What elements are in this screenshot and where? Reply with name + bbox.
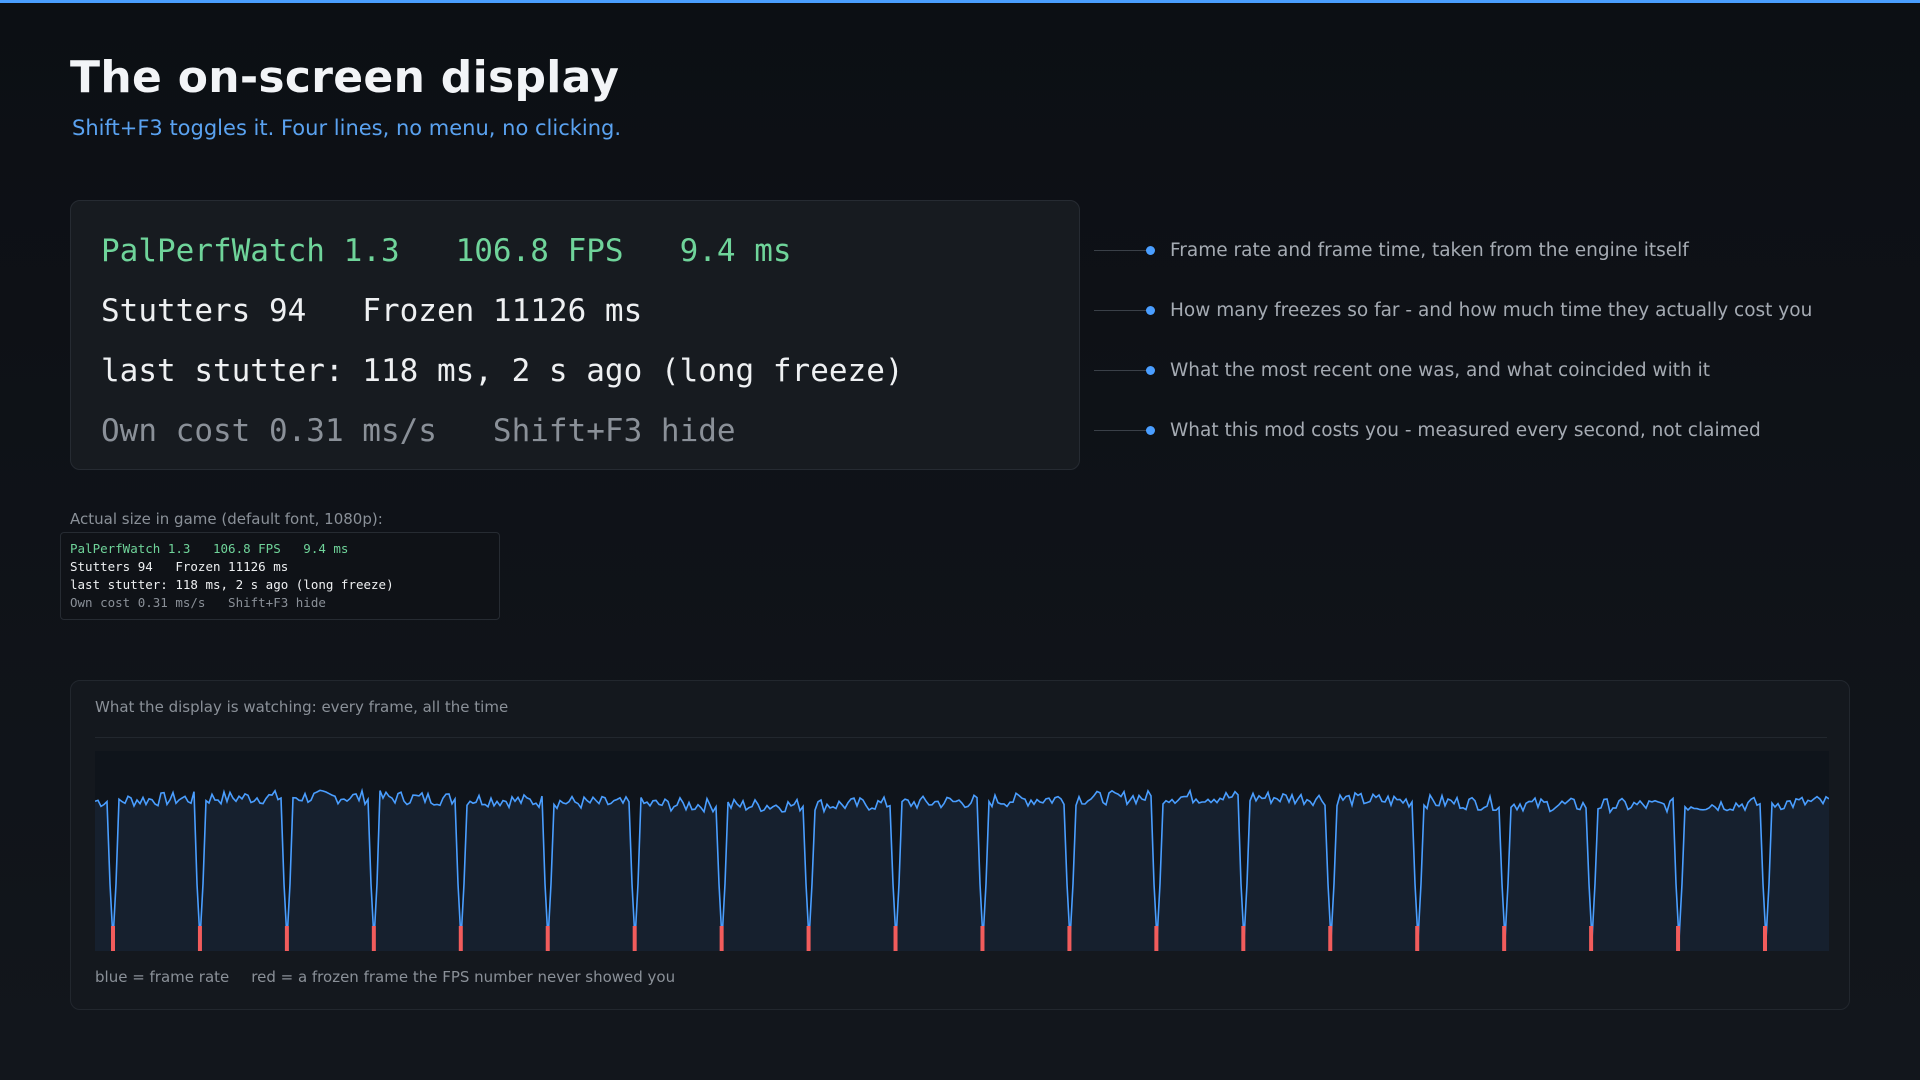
legend-blue: blue = frame rate — [95, 968, 230, 986]
osd-small-line-stutters: Stutters 94 Frozen 11126 ms — [70, 559, 289, 574]
freeze-marker — [197, 926, 202, 951]
callout-connector — [1094, 310, 1149, 311]
frame-rate-chart — [95, 751, 1829, 951]
callout-fps: Frame rate and frame time, taken from th… — [1094, 240, 1854, 261]
callout-dot-icon — [1146, 426, 1155, 435]
callout-text: How many freezes so far - and how much t… — [1170, 300, 1813, 321]
callout-text: What this mod costs you - measured every… — [1170, 420, 1761, 441]
callout-own-cost: What this mod costs you - measured every… — [1094, 420, 1854, 441]
callout-text: What the most recent one was, and what c… — [1170, 360, 1710, 381]
callout-connector — [1094, 250, 1149, 251]
osd-small-line-fps: PalPerfWatch 1.3 106.8 FPS 9.4 ms — [70, 541, 349, 556]
freeze-marker — [1328, 926, 1333, 951]
freeze-marker — [284, 926, 289, 951]
freeze-marker — [111, 926, 115, 951]
callout-dot-icon — [1146, 306, 1155, 315]
freeze-marker — [1415, 926, 1420, 951]
freeze-marker — [1676, 926, 1681, 951]
osd-line-stutters: Stutters 94 Frozen 11126 ms — [101, 293, 643, 329]
frame-rate-area — [95, 790, 1829, 951]
freeze-marker — [1154, 926, 1159, 951]
freeze-marker — [1763, 926, 1767, 951]
freeze-marker — [1589, 926, 1594, 951]
callout-dot-icon — [1146, 246, 1155, 255]
freeze-marker — [719, 926, 724, 951]
osd-small-line-last-stutter: last stutter: 118 ms, 2 s ago (long free… — [70, 577, 394, 592]
osd-preview-large: PalPerfWatch 1.3 106.8 FPS 9.4 ms Stutte… — [70, 200, 1080, 470]
chart-divider — [95, 737, 1827, 738]
osd-preview-actual-size: PalPerfWatch 1.3 106.8 FPS 9.4 ms Stutte… — [60, 532, 500, 620]
callout-last-stutter: What the most recent one was, and what c… — [1094, 360, 1854, 381]
osd-line-own-cost: Own cost 0.31 ms/s Shift+F3 hide — [101, 413, 736, 449]
freeze-marker — [1241, 926, 1246, 951]
top-accent-bar — [0, 0, 1920, 3]
callout-stutters: How many freezes so far - and how much t… — [1094, 300, 1854, 321]
freeze-marker — [371, 926, 376, 951]
legend-red: red = a frozen frame the FPS number neve… — [251, 968, 676, 986]
freeze-marker — [1502, 926, 1507, 951]
callout-connector — [1094, 430, 1149, 431]
page-subtitle: Shift+F3 toggles it. Four lines, no menu… — [72, 116, 622, 140]
frame-chart-panel: What the display is watching: every fram… — [70, 680, 1850, 1010]
freeze-marker — [806, 926, 811, 951]
freeze-marker — [980, 926, 985, 951]
page-title: The on-screen display — [70, 52, 620, 103]
freeze-marker — [545, 926, 550, 951]
freeze-marker — [893, 926, 898, 951]
osd-line-last-stutter: last stutter: 118 ms, 2 s ago (long free… — [101, 353, 904, 389]
osd-line-fps: PalPerfWatch 1.3 106.8 FPS 9.4 ms — [101, 233, 792, 269]
osd-small-line-own-cost: Own cost 0.31 ms/s Shift+F3 hide — [70, 595, 326, 610]
freeze-marker — [632, 926, 637, 951]
freeze-marker — [1067, 926, 1072, 951]
chart-title: What the display is watching: every fram… — [95, 698, 509, 716]
freeze-marker — [458, 926, 463, 951]
callout-text: Frame rate and frame time, taken from th… — [1170, 240, 1689, 261]
actual-size-label: Actual size in game (default font, 1080p… — [70, 510, 383, 528]
callout-dot-icon — [1146, 366, 1155, 375]
callout-connector — [1094, 370, 1149, 371]
chart-legend: blue = frame rate red = a frozen frame th… — [95, 968, 697, 986]
